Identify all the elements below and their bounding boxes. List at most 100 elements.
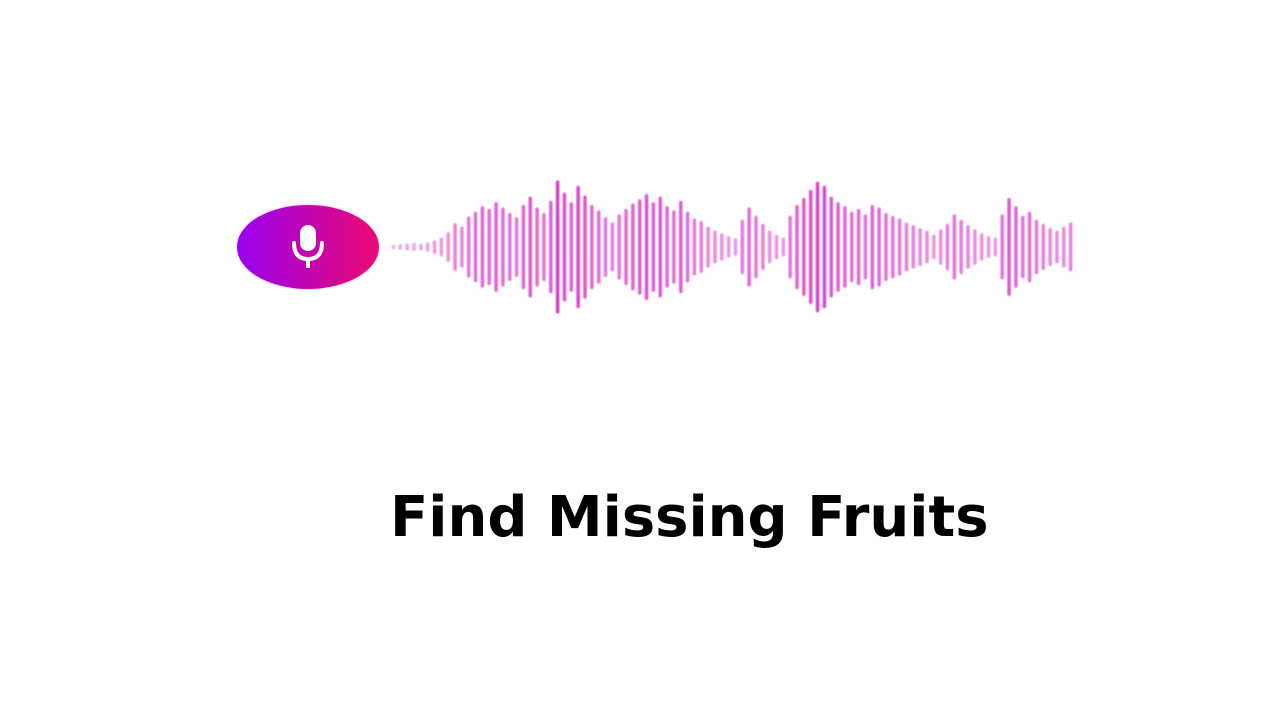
- waveform-bar: [535, 207, 539, 287]
- waveform-bar: [863, 214, 868, 280]
- waveform-bar: [843, 206, 847, 288]
- waveform-bar: [993, 237, 998, 257]
- waveform-bar: [555, 180, 560, 314]
- audio-waveform: [390, 170, 1074, 324]
- waveform-bar: [966, 225, 970, 269]
- waveform-bar: [747, 207, 751, 287]
- waveform-bar: [1007, 198, 1011, 296]
- waveform-bar: [460, 226, 464, 268]
- waveform-bar: [788, 215, 792, 279]
- microphone-icon: [292, 225, 324, 268]
- waveform-bar: [473, 211, 478, 283]
- waveform-bar: [562, 192, 567, 302]
- waveform-bar: [637, 199, 642, 295]
- waveform-bar: [952, 214, 957, 280]
- waveform-bar: [713, 230, 717, 264]
- waveform-bar: [938, 229, 943, 265]
- waveform-bar: [1068, 222, 1073, 272]
- waveform-bar: [391, 244, 396, 250]
- waveform-bar: [884, 213, 888, 281]
- waveform-bar: [439, 237, 444, 257]
- waveform-bar: [959, 219, 963, 275]
- waveform-bar: [973, 229, 977, 265]
- waveform-bar: [1062, 226, 1066, 268]
- waveform-bar: [412, 242, 416, 252]
- waveform-bar: [918, 227, 922, 267]
- waveform-bar: [617, 214, 621, 280]
- waveform-bar: [521, 204, 526, 290]
- waveform-bar: [932, 234, 936, 260]
- waveform-bar: [925, 230, 929, 264]
- waveform-bar: [583, 195, 587, 299]
- waveform-bar: [795, 204, 799, 290]
- waveform-bar: [631, 203, 635, 291]
- waveform-bar: [651, 202, 656, 292]
- waveform-bar: [979, 233, 984, 261]
- waveform-bar: [802, 198, 806, 296]
- waveform-bar: [603, 217, 608, 277]
- waveform-bar: [897, 218, 902, 276]
- waveform-bar: [740, 219, 744, 275]
- waveform-bar: [856, 208, 861, 286]
- waveform-bar: [767, 230, 772, 264]
- waveform-bar: [596, 210, 601, 284]
- waveform-bar: [432, 240, 437, 254]
- waveform-bar: [507, 213, 512, 281]
- waveform-bar: [480, 206, 485, 288]
- waveform-bar: [398, 244, 402, 250]
- waveform-bar: [904, 222, 909, 272]
- waveform-bar: [542, 213, 546, 281]
- waveform-bar: [1034, 219, 1039, 275]
- waveform-bar: [1000, 214, 1004, 280]
- waveform-bar: [911, 225, 915, 269]
- waveform-bar: [836, 202, 840, 292]
- waveform-bar: [446, 232, 450, 262]
- waveform-bar: [658, 196, 662, 298]
- waveform-bar: [733, 238, 738, 256]
- waveform-bar: [624, 208, 628, 286]
- waveform-graphic: [391, 180, 1073, 314]
- waveform-bar: [665, 206, 669, 288]
- waveform-bar: [815, 181, 820, 313]
- waveform-bar: [774, 234, 779, 260]
- waveform-bar: [1014, 206, 1018, 288]
- waveform-bar: [1055, 230, 1059, 264]
- waveform-bar: [822, 185, 827, 309]
- waveform-bar: [590, 204, 594, 290]
- waveform-bar: [945, 223, 950, 271]
- waveform-bar: [754, 215, 758, 279]
- waveform-bar: [644, 193, 649, 301]
- page-title: Find Missing Fruits: [390, 485, 989, 550]
- waveform-bar: [494, 202, 498, 292]
- waveform-bar: [453, 223, 457, 271]
- waveform-bar: [692, 218, 697, 276]
- waveform-bar: [514, 217, 519, 277]
- waveform-bar: [1020, 215, 1025, 279]
- waveform-bar: [425, 242, 430, 252]
- waveform-bar: [528, 196, 532, 298]
- waveform-bar: [870, 204, 874, 290]
- waveform-bar: [466, 216, 471, 278]
- waveform-bar: [986, 236, 991, 258]
- waveform-bar: [405, 243, 409, 251]
- waveform-bar: [576, 185, 580, 309]
- waveform-bar: [726, 236, 731, 258]
- waveform-bar: [781, 237, 786, 257]
- waveform-bar: [549, 200, 553, 294]
- waveform-bar: [678, 200, 683, 294]
- waveform-bar: [672, 210, 676, 284]
- mic-button[interactable]: [237, 205, 379, 289]
- waveform-bar: [610, 222, 615, 272]
- waveform-bar: [706, 226, 710, 268]
- waveform-bar: [1027, 211, 1032, 283]
- waveform-bar: [761, 223, 765, 271]
- waveform-bar: [699, 221, 703, 273]
- waveform-bar: [1041, 223, 1045, 271]
- waveform-bar: [849, 211, 854, 283]
- waveform-bar: [501, 207, 505, 287]
- waveform-bar: [569, 202, 573, 292]
- waveform-bar: [720, 233, 724, 261]
- waveform-bar: [685, 211, 690, 283]
- waveform-bar: [891, 215, 895, 279]
- waveform-bar: [808, 189, 813, 305]
